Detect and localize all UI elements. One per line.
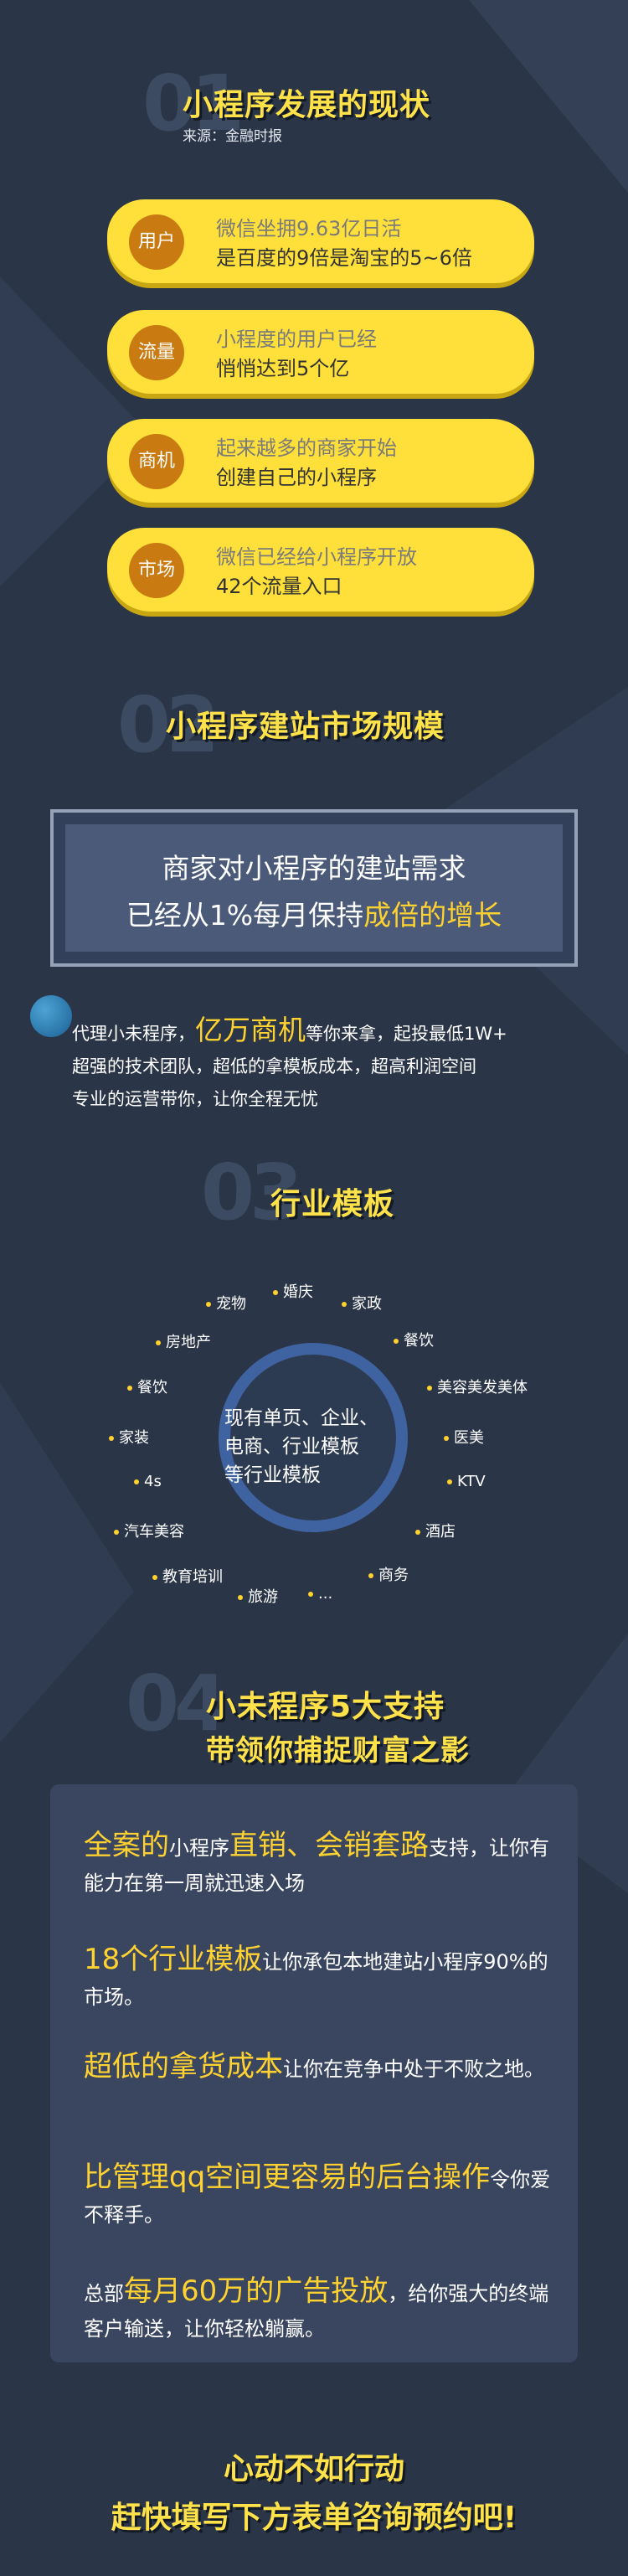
- agent-pitch-paragraph: 代理小未程序，亿万商机等你来拿，起投最低1W+ 超强的技术团队，超低的拿模板成本…: [72, 1014, 583, 1116]
- demand-growth-box: 商家对小程序的建站需求 已经从1%每月保持成倍的增长: [50, 809, 578, 967]
- stat-card-market: 市场 微信已经给小程序开放 42个流量入口: [107, 528, 534, 612]
- stat-card-business: 商机 起来越多的商家开始 创建自己的小程序: [107, 419, 534, 503]
- industry-tag: 旅游: [238, 1585, 278, 1607]
- demand-growth-inner: 商家对小程序的建站需求 已经从1%每月保持成倍的增长: [65, 824, 563, 952]
- industry-tag: 餐饮: [127, 1376, 167, 1397]
- stat-card-users: 用户 微信坐拥9.63亿日活 是百度的9倍是淘宝的5~6倍: [107, 199, 534, 283]
- stat-text: 微信坐拥9.63亿日活 是百度的9倍是淘宝的5~6倍: [216, 214, 472, 273]
- industry-tag: 商务: [368, 1563, 409, 1585]
- industry-tag: 宠物: [206, 1292, 246, 1314]
- pitch-highlight: 亿万商机: [195, 1014, 306, 1046]
- stat-text: 微信已经给小程序开放 42个流量入口: [216, 543, 417, 601]
- industry-tag: 教育培训: [152, 1565, 223, 1587]
- stat-line1: 微信已经给小程序开放: [216, 545, 417, 569]
- industry-tag: 家政: [342, 1292, 382, 1314]
- industry-tag: 美容美发美体: [427, 1376, 528, 1397]
- circle-line2: 电商、行业模板: [224, 1436, 359, 1458]
- pitch-line3: 专业的运营带你，让你全程无忧: [72, 1089, 318, 1109]
- stat-line2: 42个流量入口: [216, 575, 342, 598]
- stat-line2: 悄悄达到5个亿: [216, 357, 350, 380]
- badge-business: 商机: [129, 434, 184, 489]
- support-item: 总部每月60万的广告投放，给你强大的终端客户输送，让你轻松躺赢。: [84, 2274, 549, 2341]
- pitch-line2: 超强的技术团队，超低的拿模板成本，超高利润空间: [72, 1056, 476, 1076]
- stat-line1: 起来越多的商家开始: [216, 436, 397, 460]
- section-title-status: 小程序发展的现状: [183, 88, 431, 122]
- stat-text: 起来越多的商家开始 创建自己的小程序: [216, 434, 397, 493]
- industry-tag: 汽车美容: [114, 1520, 184, 1541]
- stat-line1: 小程度的用户已经: [216, 328, 377, 351]
- industry-tag: 婚庆: [273, 1280, 313, 1302]
- planet-icon: [30, 995, 72, 1037]
- stat-line2: 是百度的9倍是淘宝的5~6倍: [216, 246, 472, 270]
- stat-card-traffic: 流量 小程度的用户已经 悄悄达到5个亿: [107, 310, 534, 394]
- support-item: 全案的小程序直销、会销套路支持，让你有能力在第一周就迅速入场: [84, 1829, 549, 1895]
- cta-line1: 心动不如行动: [223, 2452, 404, 2486]
- stat-line2: 创建自己的小程序: [216, 466, 377, 489]
- industry-tag: 4s: [134, 1473, 162, 1490]
- cta-line2: 赶快填写下方表单咨询预约吧!: [111, 2501, 517, 2535]
- stat-line1: 微信坐拥9.63亿日活: [216, 217, 402, 240]
- badge-market: 市场: [129, 543, 184, 598]
- section-title-support-1: 小未程序5大支持: [206, 1690, 445, 1724]
- templates-circle-text: 现有单页、企业、 电商、行业模板 等行业模板: [224, 1404, 392, 1489]
- demand-line2: 已经从1%每月保持成倍的增长: [65, 893, 563, 933]
- demand-line2-prefix: 已经从1%每月保持: [126, 899, 364, 932]
- badge-users: 用户: [129, 214, 184, 270]
- section-title-market-scale: 小程序建站市场规模: [166, 710, 445, 744]
- section-title-support-2: 带领你捕捉财富之影: [206, 1734, 470, 1768]
- pitch-prefix: 代理小未程序，: [72, 1024, 195, 1044]
- source-label: 来源：金融时报: [183, 128, 282, 145]
- industry-tag: 餐饮: [394, 1329, 434, 1350]
- stat-text: 小程度的用户已经 悄悄达到5个亿: [216, 325, 377, 384]
- demand-line1: 商家对小程序的建站需求: [162, 852, 466, 885]
- industry-tag: 房地产: [156, 1330, 211, 1352]
- industry-tag: KTV: [447, 1473, 486, 1490]
- circle-line3: 等行业模板: [224, 1464, 321, 1486]
- section-title-templates: 行业模板: [270, 1187, 395, 1221]
- support-item: 18个行业模板让你承包本地建站小程序90%的市场。: [84, 1943, 548, 2009]
- support-item: 超低的拿货成本让你在竞争中处于不败之地。: [84, 2050, 544, 2083]
- pitch-line1: 代理小未程序，亿万商机等你来拿，起投最低1W+: [72, 1014, 583, 1051]
- support-panel: 全案的小程序直销、会销套路支持，让你有能力在第一周就迅速入场 18个行业模板让你…: [50, 1784, 578, 2362]
- industry-tag: 酒店: [415, 1520, 456, 1541]
- industry-tag: 医美: [444, 1426, 484, 1448]
- pitch-rest: 等你来拿，起投最低1W+: [306, 1024, 507, 1044]
- badge-traffic: 流量: [129, 325, 184, 380]
- industry-tag: ...: [308, 1585, 332, 1603]
- support-item: 比管理qq空间更容易的后台操作令你爱不释手。: [84, 2160, 551, 2227]
- demand-line2-highlight: 成倍的增长: [363, 899, 502, 932]
- industry-tag: 家装: [109, 1426, 149, 1448]
- circle-line1: 现有单页、企业、: [224, 1407, 378, 1429]
